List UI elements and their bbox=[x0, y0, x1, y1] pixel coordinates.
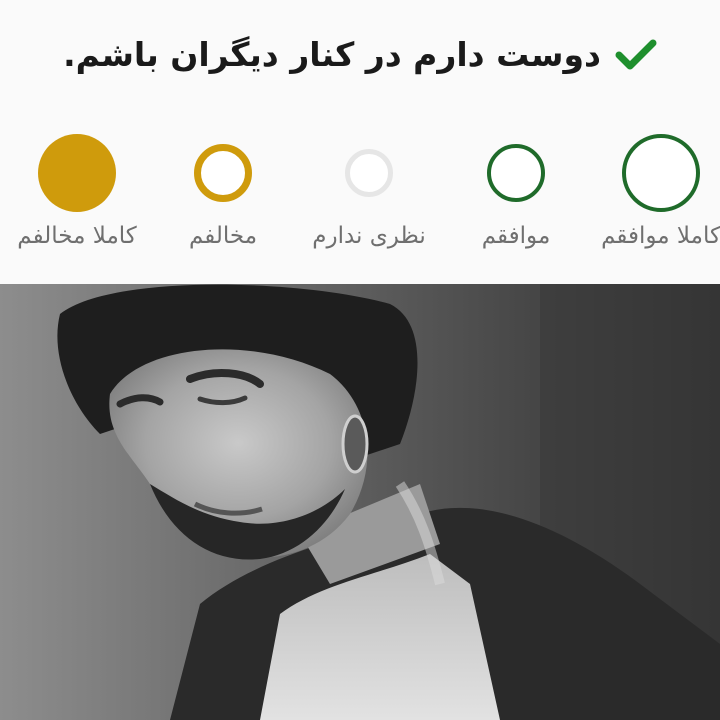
radio-neutral[interactable] bbox=[345, 149, 393, 197]
radio-agree[interactable] bbox=[487, 144, 545, 202]
portrait-image bbox=[0, 284, 720, 720]
radio-strongly-agree[interactable] bbox=[622, 134, 700, 212]
option-label-strongly-agree: کاملا موافقم bbox=[601, 223, 720, 249]
question-panel: دوست دارم در کنار دیگران باشم. کاملا موا… bbox=[0, 0, 720, 284]
option-label-strongly-disagree: کاملا مخالفم bbox=[17, 223, 137, 249]
option-disagree[interactable]: مخالفم bbox=[138, 125, 308, 265]
checkmark-icon bbox=[615, 39, 657, 70]
option-neutral[interactable]: نظری ندارم bbox=[284, 125, 454, 265]
statement-row: دوست دارم در کنار دیگران باشم. bbox=[0, 22, 720, 86]
radio-disagree[interactable] bbox=[194, 144, 252, 202]
portrait-photo bbox=[0, 284, 720, 720]
radio-strongly-disagree-selected[interactable] bbox=[38, 134, 116, 212]
option-label-disagree: مخالفم bbox=[188, 223, 258, 249]
option-agree[interactable]: موافقم bbox=[431, 125, 601, 265]
option-label-neutral: نظری ندارم bbox=[312, 223, 426, 249]
option-strongly-disagree[interactable]: کاملا مخالفم bbox=[0, 125, 162, 265]
option-label-agree: موافقم bbox=[481, 223, 551, 249]
statement-text: دوست دارم در کنار دیگران باشم. bbox=[63, 34, 601, 74]
